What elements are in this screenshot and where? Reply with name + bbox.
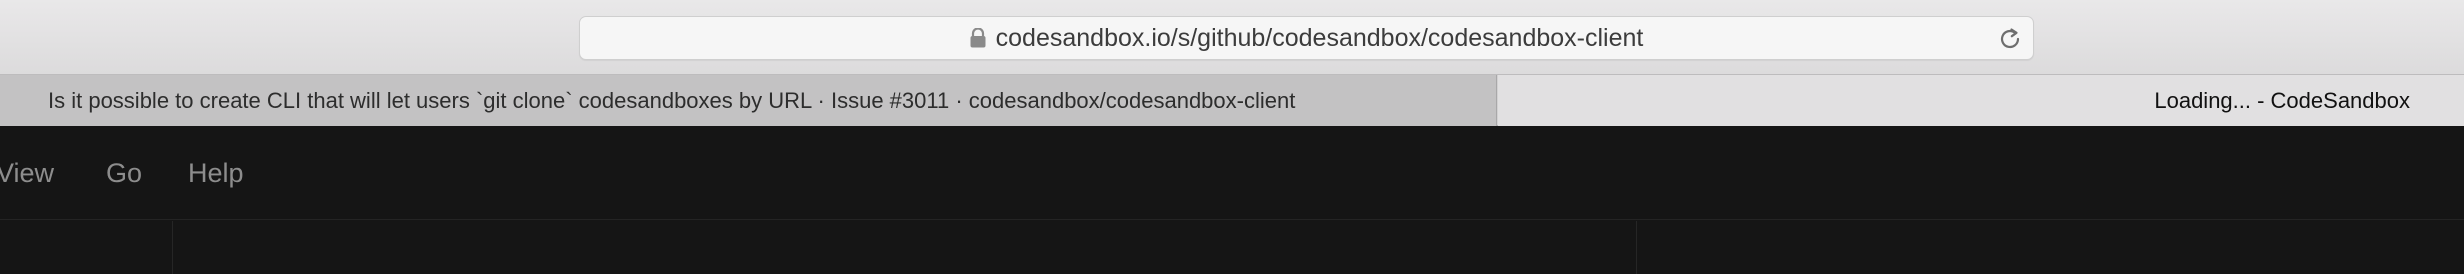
tab-title: Loading... - CodeSandbox <box>2154 87 2410 113</box>
codesandbox-app: View Go Help <box>0 126 2464 274</box>
lock-icon <box>970 28 986 48</box>
tab-title: Is it possible to create CLI that will l… <box>48 87 1296 113</box>
browser-toolbar: codesandbox.io/s/github/codesandbox/code… <box>0 0 2464 74</box>
tab-codesandbox[interactable]: Loading... - CodeSandbox <box>1498 75 2464 126</box>
menu-help[interactable]: Help <box>188 158 244 189</box>
app-menubar: View Go Help <box>0 126 2464 220</box>
address-bar-content: codesandbox.io/s/github/codesandbox/code… <box>580 17 2033 59</box>
panel-divider[interactable] <box>1636 221 1637 274</box>
panel-divider[interactable] <box>172 221 173 274</box>
url-text[interactable]: codesandbox.io/s/github/codesandbox/code… <box>996 24 1644 53</box>
address-bar[interactable]: codesandbox.io/s/github/codesandbox/code… <box>579 16 2034 60</box>
tab-github-issue[interactable]: Is it possible to create CLI that will l… <box>0 75 1497 126</box>
menu-go[interactable]: Go <box>106 158 142 189</box>
tab-bar: Is it possible to create CLI that will l… <box>0 74 2464 126</box>
menu-view[interactable]: View <box>0 158 54 189</box>
reload-icon[interactable] <box>1997 26 2023 52</box>
